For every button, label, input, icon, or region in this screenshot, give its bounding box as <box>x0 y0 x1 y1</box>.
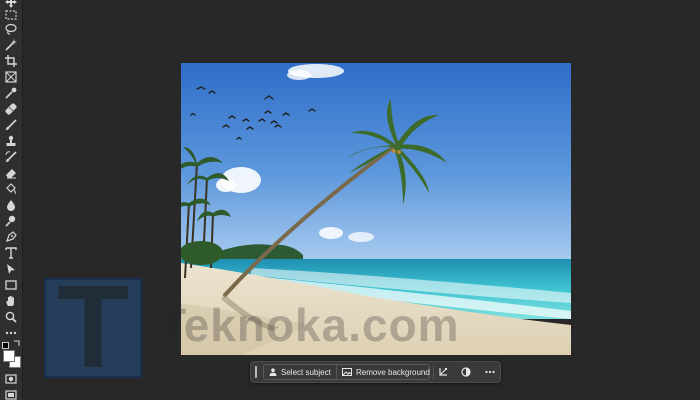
magic-wand-icon[interactable] <box>3 38 19 52</box>
frame-icon[interactable] <box>3 70 19 84</box>
more-options-icon[interactable] <box>483 365 497 379</box>
photoshop-workspace: T Teknoka.com Select subject Remove back… <box>0 0 700 400</box>
marquee-icon[interactable] <box>3 8 19 22</box>
drag-handle[interactable] <box>255 366 257 378</box>
hand-icon[interactable] <box>3 294 19 308</box>
remove-background-label: Remove background <box>356 367 430 377</box>
foreground-color-swatch[interactable] <box>3 350 15 362</box>
gradient-icon[interactable] <box>3 182 19 196</box>
rectangle-icon[interactable] <box>3 278 19 292</box>
divider <box>433 366 434 379</box>
person-icon <box>269 368 277 376</box>
history-brush-icon[interactable] <box>3 150 19 164</box>
eraser-icon[interactable] <box>3 166 19 180</box>
remove-background-button[interactable]: Remove background <box>336 364 430 380</box>
transform-icon[interactable] <box>436 365 450 379</box>
adjustment-icon[interactable] <box>459 365 473 379</box>
watermark-text: Teknoka.com <box>158 299 460 351</box>
clone-stamp-icon[interactable] <box>3 134 19 148</box>
crop-icon[interactable] <box>3 54 19 68</box>
swap-colors-icon[interactable] <box>13 340 20 347</box>
screen-mode-icon[interactable] <box>3 388 19 400</box>
tools-panel <box>0 0 23 400</box>
type-icon[interactable] <box>3 246 19 260</box>
brush-icon[interactable] <box>3 118 19 132</box>
spot-healing-icon[interactable] <box>3 102 19 116</box>
dodge-icon[interactable] <box>3 214 19 228</box>
select-subject-label: Select subject <box>281 367 331 377</box>
contextual-task-bar: Select subject Remove background <box>250 361 501 383</box>
zoom-icon[interactable] <box>3 310 19 324</box>
pen-icon[interactable] <box>3 230 19 244</box>
quick-mask-icon[interactable] <box>3 372 19 386</box>
select-subject-button[interactable]: Select subject <box>263 364 342 380</box>
more-tools-icon[interactable] <box>3 326 19 340</box>
blur-icon[interactable] <box>3 198 19 212</box>
image-icon <box>342 368 352 376</box>
path-selection-icon[interactable] <box>3 262 19 276</box>
eyedropper-icon[interactable] <box>3 86 19 100</box>
lasso-icon[interactable] <box>3 22 19 36</box>
watermark-letter: T <box>56 261 130 393</box>
default-colors-icon[interactable] <box>2 342 9 349</box>
